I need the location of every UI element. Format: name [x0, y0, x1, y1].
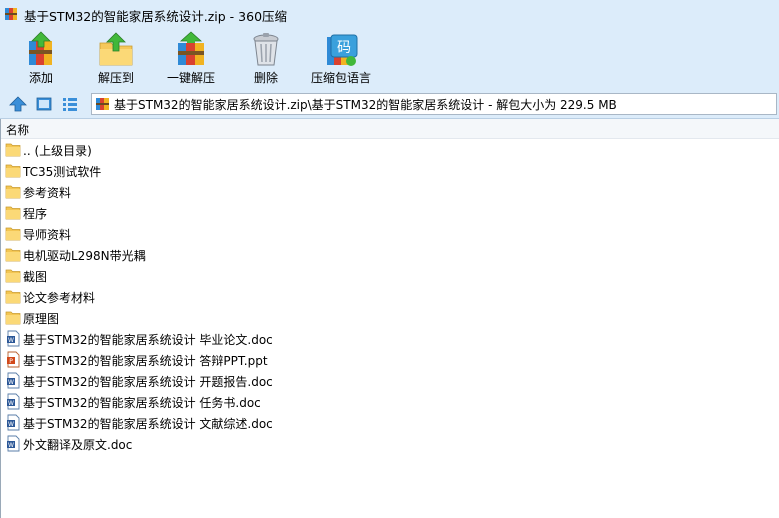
language-badge-text: 码 — [337, 40, 351, 56]
one-click-extract-icon — [178, 31, 204, 65]
window-title: 基于STM32的智能家居系统设计.zip - 360压缩 — [24, 9, 288, 24]
word-document-icon: W — [7, 414, 20, 431]
folder-row[interactable]: TC35测试软件 — [0, 160, 779, 181]
item-name: 外文翻译及原文.doc — [23, 438, 133, 452]
svg-text:W: W — [8, 337, 14, 344]
file-list: .. (上级目录) TC35测试软件 参考资料程序导师资料电机驱动L298N带光耦截… — [0, 139, 779, 454]
powerpoint-document-icon: P — [7, 351, 20, 368]
zip-file-icon — [96, 98, 109, 110]
folder-icon — [5, 143, 21, 157]
file-row[interactable]: W 基于STM32的智能家居系统设计 开题报告.doc — [0, 370, 779, 391]
item-name: 基于STM32的智能家居系统设计 毕业论文.doc — [23, 333, 273, 347]
item-name: 基于STM32的智能家居系统设计 任务书.doc — [23, 396, 261, 410]
archive-window: 基于STM32的智能家居系统设计.zip - 360压缩 添加 解压到 一键解压… — [0, 0, 779, 518]
folder-icon — [5, 206, 21, 220]
extract-to-button[interactable]: 解压到 — [81, 28, 151, 90]
file-row[interactable]: W 基于STM32的智能家居系统设计 毕业论文.doc — [0, 328, 779, 349]
item-name: 基于STM32的智能家居系统设计 文献综述.doc — [23, 417, 273, 431]
title-bar: 基于STM32的智能家居系统设计.zip - 360压缩 — [0, 0, 779, 28]
add-button-label: 添加 — [28, 71, 53, 85]
up-arrow-icon[interactable] — [9, 95, 27, 113]
svg-text:W: W — [8, 442, 14, 449]
column-header-name[interactable]: 名称 — [6, 122, 29, 138]
folder-icon — [5, 185, 21, 199]
folder-row[interactable]: 论文参考材料 — [0, 286, 779, 307]
list-view-icon[interactable] — [61, 95, 79, 113]
word-document-icon: W — [7, 330, 20, 347]
add-archive-icon — [29, 31, 52, 65]
address-bar: 基于STM32的智能家居系统设计.zip\基于STM32的智能家居系统设计 - … — [0, 90, 779, 119]
extract-to-icon — [99, 32, 133, 66]
archive-app-icon — [5, 8, 17, 20]
file-row[interactable]: W 外文翻译及原文.doc — [0, 433, 779, 454]
archive-language-icon: 码 — [327, 34, 358, 66]
toolbar: 添加 解压到 一键解压 删除 码 压缩包语言 — [0, 28, 779, 90]
path-field[interactable]: 基于STM32的智能家居系统设计.zip\基于STM32的智能家居系统设计 - … — [91, 93, 777, 115]
path-text: 基于STM32的智能家居系统设计.zip\基于STM32的智能家居系统设计 - … — [114, 98, 617, 112]
item-name: 电机驱动L298N带光耦 — [23, 249, 146, 263]
panel-border — [0, 119, 1, 518]
archive-language-button-label: 压缩包语言 — [310, 71, 371, 85]
word-document-icon: W — [7, 372, 20, 389]
svg-text:W: W — [8, 400, 14, 407]
item-name: .. (上级目录) — [23, 144, 92, 158]
svg-text:W: W — [8, 379, 14, 386]
item-name: 论文参考材料 — [23, 291, 96, 305]
folder-icon — [5, 248, 21, 262]
word-document-icon: W — [7, 393, 20, 410]
folder-icon — [5, 269, 21, 283]
file-row[interactable]: P 基于STM32的智能家居系统设计 答辩PPT.ppt — [0, 349, 779, 370]
folder-icon — [5, 311, 21, 325]
folder-row[interactable]: 参考资料 — [0, 181, 779, 202]
item-name: 基于STM32的智能家居系统设计 答辩PPT.ppt — [23, 354, 268, 368]
folder-icon — [5, 227, 21, 241]
item-name: 参考资料 — [23, 186, 72, 200]
one-click-extract-button-label: 一键解压 — [166, 71, 215, 85]
item-name: 程序 — [23, 207, 48, 221]
item-name: TC35测试软件 — [23, 165, 102, 179]
folder-icon — [5, 164, 21, 178]
svg-text:W: W — [8, 421, 14, 428]
trash-can-icon — [253, 33, 279, 66]
folder-row[interactable]: 电机驱动L298N带光耦 — [0, 244, 779, 265]
file-list-panel: 名称 .. (上级目录) TC35测试软件 参考资料程序导师资料电机驱动L298N带… — [0, 119, 779, 518]
file-row[interactable]: W 基于STM32的智能家居系统设计 任务书.doc — [0, 391, 779, 412]
delete-button[interactable]: 删除 — [231, 28, 301, 90]
folder-icon — [5, 290, 21, 304]
delete-button-label: 删除 — [253, 71, 278, 85]
item-name: 基于STM32的智能家居系统设计 开题报告.doc — [23, 375, 273, 389]
archive-language-button[interactable]: 码 压缩包语言 — [306, 28, 376, 90]
extract-to-button-label: 解压到 — [97, 71, 134, 85]
thumbnail-view-icon[interactable] — [35, 95, 53, 113]
one-click-extract-button[interactable]: 一键解压 — [156, 28, 226, 90]
folder-row[interactable]: 截图 — [0, 265, 779, 286]
word-document-icon: W — [7, 435, 20, 452]
folder-row[interactable]: 原理图 — [0, 307, 779, 328]
file-row[interactable]: W 基于STM32的智能家居系统设计 文献综述.doc — [0, 412, 779, 433]
folder-row[interactable]: 导师资料 — [0, 223, 779, 244]
item-name: 截图 — [23, 270, 48, 284]
item-name: 导师资料 — [23, 228, 72, 242]
svg-text:P: P — [9, 358, 13, 365]
list-header: 名称 — [0, 119, 779, 139]
item-name: 原理图 — [23, 312, 60, 326]
folder-row[interactable]: 程序 — [0, 202, 779, 223]
folder-row[interactable]: .. (上级目录) — [0, 139, 779, 160]
add-button[interactable]: 添加 — [6, 28, 76, 90]
